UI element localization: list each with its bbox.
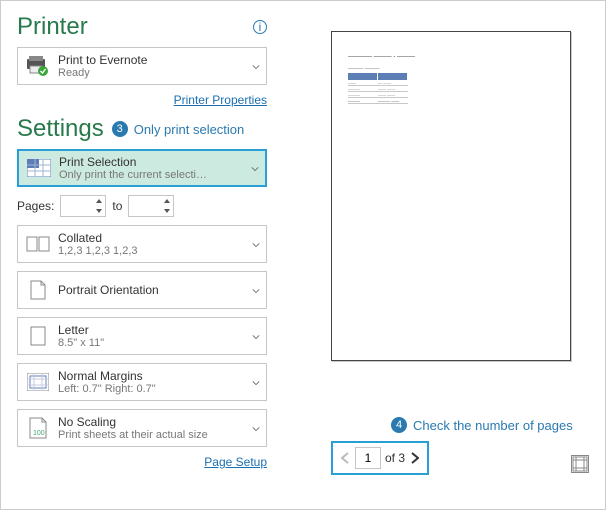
page-count-text: of 3 bbox=[385, 451, 405, 465]
spin-down-icon[interactable] bbox=[162, 207, 172, 215]
show-margins-button[interactable] bbox=[571, 455, 589, 473]
paper-title: Letter bbox=[58, 323, 260, 337]
paper-size-selector[interactable]: Letter 8.5" x 11" bbox=[17, 317, 267, 355]
info-icon[interactable]: i bbox=[253, 20, 267, 34]
chevron-down-icon bbox=[252, 57, 260, 75]
spin-down-icon[interactable] bbox=[94, 207, 104, 215]
print-area-subtitle: Only print the current selecti… bbox=[59, 169, 259, 181]
print-preview: ———— ——— - ——— ——— ——— ——— —— ————— —— —… bbox=[331, 31, 571, 361]
annotation-3: 3 Only print selection bbox=[112, 121, 245, 137]
scaling-icon: 100 bbox=[24, 417, 52, 439]
scaling-selector[interactable]: 100 No Scaling Print sheets at their act… bbox=[17, 409, 267, 447]
orientation-selector[interactable]: Portrait Orientation bbox=[17, 271, 267, 309]
printer-properties-link[interactable]: Printer Properties bbox=[17, 93, 267, 107]
paper-subtitle: 8.5" x 11" bbox=[58, 337, 260, 349]
preview-header-text: ———— ——— - ——— bbox=[348, 54, 554, 60]
chevron-down-icon bbox=[251, 159, 259, 177]
next-page-button[interactable] bbox=[409, 451, 421, 465]
printer-section-title: Printer i bbox=[17, 13, 267, 41]
settings-section-title: Settings bbox=[17, 115, 104, 143]
margins-selector[interactable]: Normal Margins Left: 0.7" Right: 0.7" bbox=[17, 363, 267, 401]
spin-up-icon[interactable] bbox=[162, 197, 172, 205]
print-area-selector[interactable]: Print Selection Only print the current s… bbox=[17, 149, 267, 187]
prev-page-button[interactable] bbox=[339, 451, 351, 465]
collation-title: Collated bbox=[58, 231, 260, 245]
printer-status: Ready bbox=[58, 67, 260, 79]
chevron-down-icon bbox=[252, 327, 260, 345]
printer-selector[interactable]: Print to Evernote Ready bbox=[17, 47, 267, 85]
printer-name: Print to Evernote bbox=[58, 53, 260, 67]
selection-icon bbox=[25, 159, 53, 177]
margins-subtitle: Left: 0.7" Right: 0.7" bbox=[58, 383, 260, 395]
preview-table: ——— —— ————— —— ————— —— —————— —— bbox=[348, 73, 408, 104]
scaling-title: No Scaling bbox=[58, 415, 260, 429]
pages-to-input[interactable] bbox=[128, 195, 174, 217]
preview-page: ———— ——— - ——— ——— ——— ——— —— ————— —— —… bbox=[331, 31, 571, 361]
scaling-subtitle: Print sheets at their actual size bbox=[58, 429, 260, 441]
page-icon bbox=[24, 326, 52, 346]
chevron-down-icon bbox=[252, 373, 260, 391]
margins-icon bbox=[24, 373, 52, 391]
chevron-down-icon bbox=[252, 281, 260, 299]
orientation-title: Portrait Orientation bbox=[58, 283, 260, 297]
svg-text:100: 100 bbox=[33, 430, 45, 437]
pages-label: Pages: bbox=[17, 199, 54, 213]
page-number-input[interactable]: 1 bbox=[355, 447, 381, 469]
page-setup-link[interactable]: Page Setup bbox=[17, 455, 267, 469]
pages-to-label: to bbox=[112, 199, 122, 213]
printer-icon bbox=[24, 55, 52, 77]
portrait-icon bbox=[24, 280, 52, 300]
collated-icon bbox=[24, 236, 52, 252]
spin-up-icon[interactable] bbox=[94, 197, 104, 205]
chevron-down-icon bbox=[252, 419, 260, 437]
collation-selector[interactable]: Collated 1,2,3 1,2,3 1,2,3 bbox=[17, 225, 267, 263]
collation-subtitle: 1,2,3 1,2,3 1,2,3 bbox=[58, 245, 260, 257]
annotation-4: 4 Check the number of pages bbox=[391, 417, 573, 433]
chevron-down-icon bbox=[252, 235, 260, 253]
page-navigator: 1 of 3 bbox=[331, 441, 429, 475]
margins-title: Normal Margins bbox=[58, 369, 260, 383]
print-area-title: Print Selection bbox=[59, 155, 259, 169]
pages-from-input[interactable] bbox=[60, 195, 106, 217]
